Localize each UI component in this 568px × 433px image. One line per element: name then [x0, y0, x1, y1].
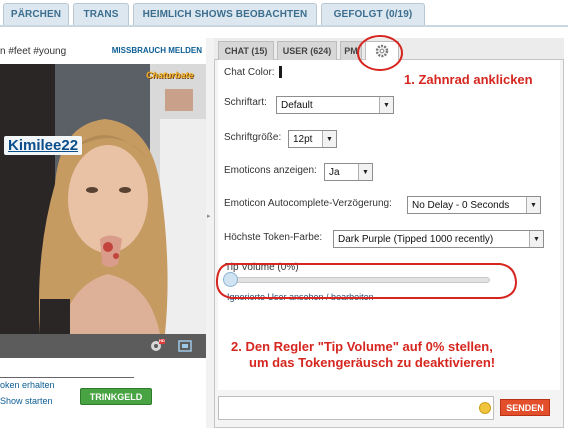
chaturbate-watermark: Chaturbate	[146, 70, 194, 80]
tokens-received-text: oken erhalten	[0, 380, 55, 390]
video-frame	[0, 64, 206, 334]
gear-icon	[375, 44, 389, 58]
chevron-down-icon: ▼	[526, 197, 540, 213]
tab-pm[interactable]: PM	[340, 41, 362, 60]
tab-trans[interactable]: TRANS	[73, 3, 129, 25]
highest-token-color-label: Höchste Token-Farbe:	[224, 232, 323, 243]
autocomplete-select[interactable]: No Delay - 0 Seconds ▼	[407, 196, 541, 214]
send-button[interactable]: SENDEN	[500, 399, 550, 416]
ignored-users-link[interactable]: Ignorierte User ansehen / bearbeiten	[227, 292, 374, 302]
splitter-grip-icon: ▸	[207, 212, 211, 220]
fullscreen-icon[interactable]	[178, 340, 192, 352]
tip-volume-label: Tip Volume (0%)	[225, 262, 299, 273]
top-nav-bar: PÄRCHEN TRANS HEIMLICH SHOWS BEOBACHTEN …	[0, 0, 568, 28]
tip-divider	[0, 377, 134, 378]
start-show-link[interactable]: Show starten	[0, 396, 53, 406]
chat-color-label: Chat Color:	[224, 67, 275, 78]
chevron-down-icon: ▼	[358, 164, 372, 180]
autocomplete-label: Emoticon Autocomplete-Verzögerung:	[224, 198, 392, 209]
tab-bar-divider	[0, 25, 568, 27]
emoticons-select[interactable]: Ja ▼	[324, 163, 373, 181]
chat-panel-tabs: CHAT (15) USER (624) PM	[214, 38, 564, 60]
hd-gear-icon[interactable]: HD	[149, 338, 165, 353]
tip-volume-slider-track[interactable]	[228, 277, 490, 283]
chat-color-swatch[interactable]	[279, 66, 282, 78]
chat-input[interactable]	[218, 396, 494, 420]
font-select[interactable]: Default ▼	[276, 96, 394, 114]
font-select-value: Default	[281, 99, 313, 111]
font-size-label: Schriftgröße:	[224, 132, 282, 143]
tab-settings[interactable]	[365, 41, 399, 60]
tab-couples[interactable]: PÄRCHEN	[3, 3, 69, 25]
autocomplete-select-value: No Delay - 0 Seconds	[412, 199, 510, 211]
hd-badge: HD	[159, 338, 165, 343]
tip-button[interactable]: TRINKGELD	[80, 388, 152, 405]
annotation-step-2-line-1: 2. Den Regler "Tip Volume" auf 0% stelle…	[231, 339, 493, 354]
tip-area: oken erhalten Show starten TRINKGELD	[0, 370, 206, 420]
font-size-select[interactable]: 12pt ▼	[288, 130, 337, 148]
chevron-down-icon: ▼	[322, 131, 336, 147]
report-abuse-link[interactable]: MISSBRAUCH MELDEN	[112, 46, 202, 55]
video-player[interactable]: Kimilee22 Chaturbate	[0, 64, 206, 334]
emoticon-icon[interactable]	[479, 402, 491, 414]
chevron-down-icon: ▼	[529, 231, 543, 247]
broadcaster-name[interactable]: Kimilee22	[4, 136, 83, 155]
annotation-step-2-line-2: um das Tokengeräusch zu deaktivieren!	[249, 355, 496, 370]
chevron-down-icon: ▼	[379, 97, 393, 113]
tab-followed[interactable]: GEFOLGT (0/19)	[321, 3, 425, 25]
highest-token-color-select[interactable]: Dark Purple (Tipped 1000 recently) ▼	[333, 230, 544, 248]
font-size-select-value: 12pt	[293, 133, 313, 145]
emoticons-select-value: Ja	[329, 166, 340, 178]
annotation-step-1: 1. Zahnrad anklicken	[404, 72, 533, 87]
video-header: n #feet #young MISSBRAUCH MELDEN	[0, 38, 206, 64]
emoticons-label: Emoticons anzeigen:	[224, 165, 317, 176]
tab-spy-shows[interactable]: HEIMLICH SHOWS BEOBACHTEN	[133, 3, 317, 25]
video-controls-bar: HD	[0, 334, 206, 358]
tab-users[interactable]: USER (624)	[277, 41, 337, 60]
tip-volume-slider-handle[interactable]	[223, 272, 238, 287]
tab-chat[interactable]: CHAT (15)	[218, 41, 274, 60]
panel-splitter[interactable]	[206, 38, 214, 428]
font-label: Schriftart:	[224, 97, 267, 108]
highest-token-color-value: Dark Purple (Tipped 1000 recently)	[338, 233, 494, 245]
room-subject: n #feet #young	[0, 46, 67, 57]
